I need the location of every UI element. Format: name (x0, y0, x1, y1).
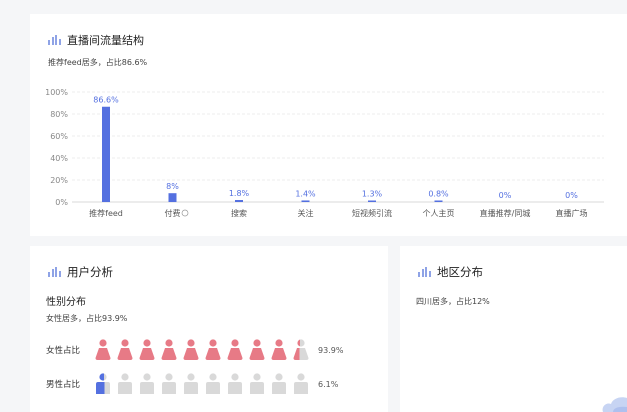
gender-distribution-title: 性别分布 (46, 297, 86, 308)
info-icon (181, 209, 189, 217)
female-person-icon (227, 339, 243, 360)
bar-value-label: 1.4% (295, 189, 316, 198)
male-person-icon (140, 373, 154, 394)
male-person-icon (250, 373, 264, 394)
bar (368, 200, 376, 202)
bar (235, 200, 243, 202)
y-tick-label: 40% (50, 154, 68, 163)
bar-value-label: 1.3% (362, 190, 383, 199)
x-tick-label: 推荐feed (89, 208, 123, 218)
female-person-icon (271, 339, 287, 360)
female-person-icon (183, 339, 199, 360)
male-person-icon (228, 373, 242, 394)
x-tick-label: 直播推荐/同城 (480, 208, 531, 218)
female-person-icon (293, 339, 309, 360)
gender-subtitle: 女性居多，占比93.9% (46, 314, 128, 323)
y-tick-label: 80% (50, 110, 68, 119)
male-person-icon (294, 373, 308, 394)
user-title-text: 用户分析 (67, 265, 113, 279)
x-tick-label: 搜索 (231, 208, 247, 218)
x-tick-label: 关注 (298, 208, 314, 218)
region-map (602, 397, 627, 412)
traffic-bar-chart: 0% 20% 40% 60% 80% 100% 86.6% 推荐feed 8% 付费 1.8% 搜索 1… (45, 88, 604, 218)
region-title-text: 地区分布 (437, 265, 483, 279)
female-ratio-label: 女性占比 (46, 346, 81, 356)
x-tick-label: 短视频引流 (352, 208, 392, 218)
x-tick-label: 直播广场 (556, 208, 588, 218)
bar-value-label: 8% (166, 182, 179, 191)
x-tick-label: 付费 (165, 208, 181, 218)
y-tick-label: 100% (45, 88, 68, 97)
female-people-icons (94, 339, 310, 361)
bar-value-label: 0% (565, 191, 578, 200)
male-people-icons (94, 373, 310, 395)
bar (102, 106, 110, 202)
traffic-structure-card: 直播间流量结构 推荐feed居多，占比86.6% 0% 20% 40% 60% 80% 1… (30, 14, 627, 236)
male-person-icon (272, 373, 286, 394)
male-person-icon (118, 373, 132, 394)
y-tick-label: 60% (50, 132, 68, 141)
female-person-icon (95, 339, 111, 360)
female-ratio-value: 93.9% (318, 345, 344, 355)
user-title: 用户分析 (48, 264, 113, 280)
male-person-icon (184, 373, 198, 394)
region-subtitle: 四川居多，占比12% (416, 297, 490, 306)
bar-value-label: 0% (499, 191, 512, 200)
female-person-icon (249, 339, 265, 360)
bar (301, 200, 310, 202)
bar-value-label: 0.8% (428, 190, 449, 199)
female-person-icon (161, 339, 177, 360)
y-tick-label: 0% (55, 198, 68, 207)
male-ratio-label: 男性占比 (46, 380, 81, 390)
bar-value-label: 86.6% (93, 96, 119, 105)
male-ratio-value: 6.1% (318, 379, 339, 389)
bar-value-label: 1.8% (229, 189, 250, 198)
bar (434, 200, 443, 202)
bar-chart-icon (418, 267, 431, 277)
y-tick-label: 20% (50, 176, 68, 185)
male-person-icon (162, 373, 176, 394)
male-person-icon (206, 373, 220, 394)
user-analysis-card: 用户分析 性别分布 女性居多，占比93.9% 女性占比 93.9% 男性占比 6… (30, 246, 388, 412)
region-distribution-card: 地区分布 四川居多，占比12% (400, 246, 627, 412)
male-person-icon (96, 373, 110, 394)
female-person-icon (205, 339, 221, 360)
female-person-icon (117, 339, 133, 360)
female-person-icon (139, 339, 155, 360)
bar (168, 193, 177, 202)
female-ratio-row: 女性占比 93.9% (46, 339, 343, 361)
region-title: 地区分布 (418, 264, 483, 280)
male-ratio-row: 男性占比 6.1% (46, 373, 338, 395)
bar-chart-icon (48, 267, 61, 277)
x-tick-label: 个人主页 (423, 208, 455, 218)
